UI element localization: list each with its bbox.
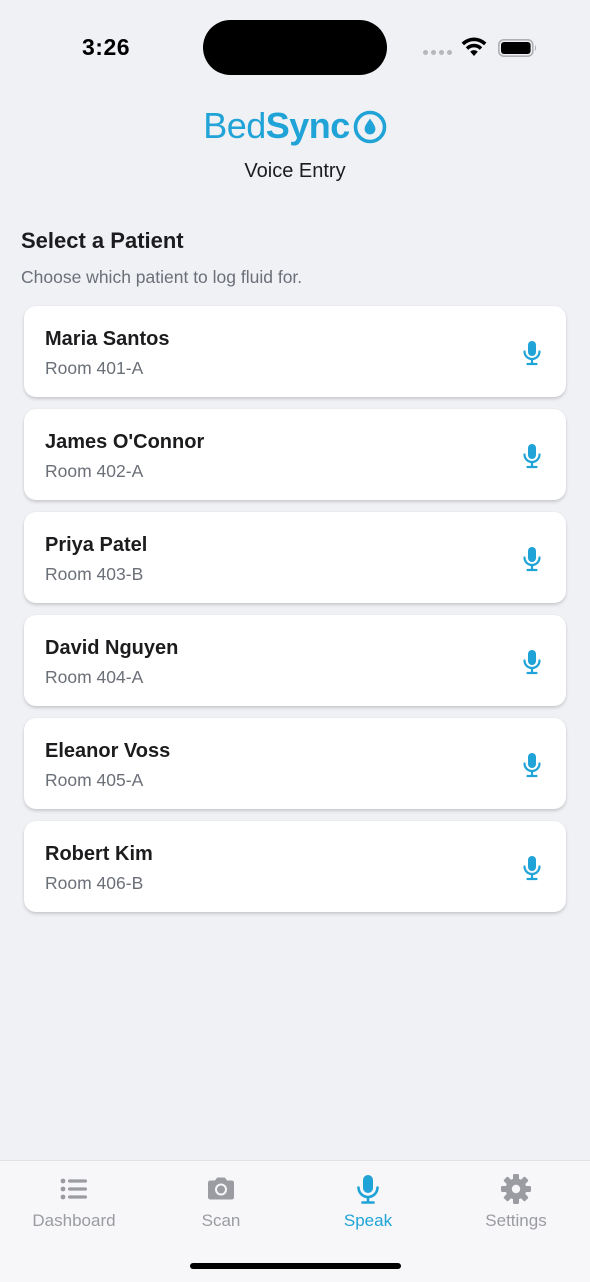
patient-name: James O'Connor	[45, 431, 205, 453]
app-logo: BedSync	[0, 104, 590, 148]
microphone-icon	[357, 1175, 379, 1204]
patient-room: Room 401-A	[45, 358, 144, 378]
voice-entry-screen: 3:26 BedSync Voice Entry Select a Patien…	[0, 0, 590, 1282]
patient-name: Priya Patel	[45, 534, 148, 556]
microphone-icon[interactable]	[522, 649, 542, 675]
microphone-icon[interactable]	[522, 546, 542, 572]
patient-name: Maria Santos	[45, 328, 170, 350]
patient-room: Room 404-A	[45, 667, 144, 687]
patient-card[interactable]: Priya Patel Room 403-B	[24, 512, 566, 603]
patient-room: Room 402-A	[45, 461, 144, 481]
section-description: Choose which patient to log fluid for.	[21, 267, 303, 287]
patient-card[interactable]: Eleanor Voss Room 405-A	[24, 718, 566, 809]
patient-list: Maria Santos Room 401-A James O'Connor R…	[24, 306, 566, 924]
patient-card[interactable]: Maria Santos Room 401-A	[24, 306, 566, 397]
list-icon	[60, 1178, 87, 1200]
section-heading: Select a Patient	[21, 228, 184, 253]
tab-settings[interactable]: Settings	[442, 1173, 590, 1239]
patient-room: Room 405-A	[45, 770, 144, 790]
dynamic-island	[203, 20, 387, 75]
water-drop-icon	[353, 110, 387, 144]
patient-name: Robert Kim	[45, 843, 153, 865]
page-title: Voice Entry	[244, 160, 346, 182]
tab-label: Dashboard	[32, 1211, 116, 1230]
tab-label: Settings	[485, 1211, 547, 1230]
tab-dashboard[interactable]: Dashboard	[0, 1173, 148, 1239]
tab-label: Scan	[201, 1211, 241, 1230]
battery-icon	[498, 39, 537, 57]
microphone-icon[interactable]	[522, 855, 542, 881]
patient-room: Room 406-B	[45, 873, 144, 893]
microphone-icon[interactable]	[522, 443, 542, 469]
patient-card[interactable]: David Nguyen Room 404-A	[24, 615, 566, 706]
cellular-signal-icon	[423, 50, 452, 55]
camera-icon	[208, 1177, 234, 1200]
wifi-icon	[461, 37, 487, 56]
status-time: 3:26	[82, 34, 131, 60]
tab-speak[interactable]: Speak	[294, 1173, 442, 1239]
patient-name: Eleanor Voss	[45, 740, 171, 762]
brand-wordmark: BedSync	[203, 105, 350, 146]
tab-scan[interactable]: Scan	[147, 1173, 295, 1239]
patient-room: Room 403-B	[45, 564, 144, 584]
patient-card[interactable]: James O'Connor Room 402-A	[24, 409, 566, 500]
gear-icon	[501, 1174, 531, 1204]
home-indicator[interactable]	[190, 1263, 401, 1269]
patient-card[interactable]: Robert Kim Room 406-B	[24, 821, 566, 912]
status-bar: 3:26	[0, 0, 590, 96]
tab-label: Speak	[343, 1211, 393, 1230]
microphone-icon[interactable]	[522, 752, 542, 778]
microphone-icon[interactable]	[522, 340, 542, 366]
patient-name: David Nguyen	[45, 637, 179, 659]
